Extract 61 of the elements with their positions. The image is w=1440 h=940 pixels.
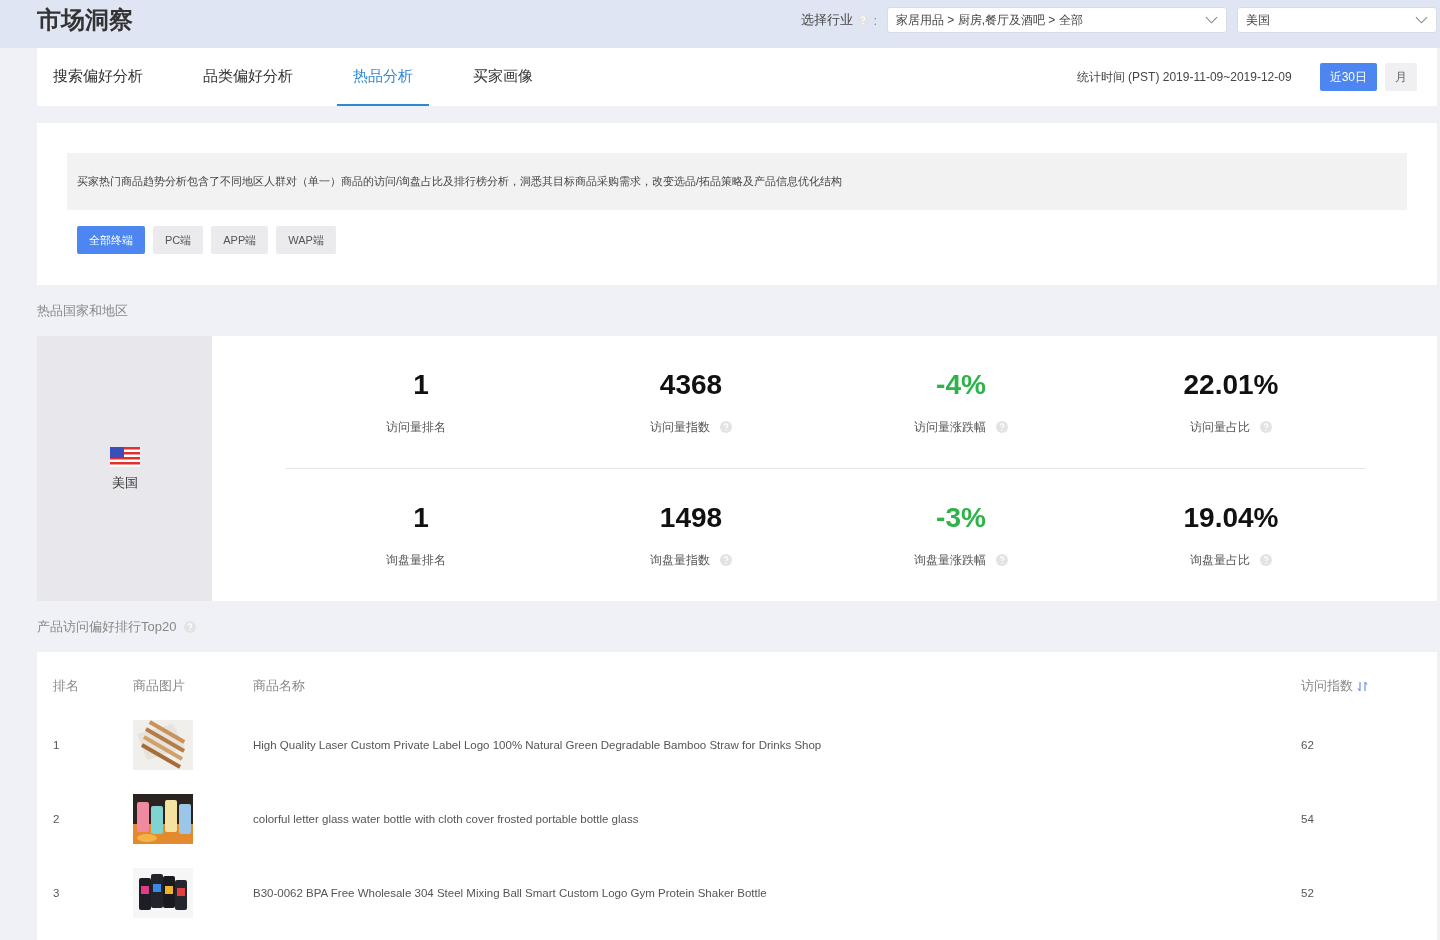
product-name[interactable]: High Quality Laser Custom Private Label Logo 100% Natural Green Degradable Bamboo Straw for Drinks Shop <box>253 739 1301 751</box>
stat-label: 访问量涨跌幅 <box>914 418 986 436</box>
index-cell-text: 62 <box>1301 739 1315 751</box>
help-icon <box>1260 421 1272 433</box>
section-title: 热品国家和地区 <box>37 301 128 320</box>
help-icon <box>857 14 870 26</box>
stat-label: 访问量排名 <box>386 418 446 436</box>
stat-value: 22.01% <box>1183 368 1279 401</box>
tab[interactable]: 搜索偏好分析 <box>37 48 159 106</box>
index-cell-text: 52 <box>1301 887 1315 899</box>
sort-icon <box>1357 680 1368 692</box>
stat-value: 4368 <box>659 368 723 401</box>
chevron-down-icon <box>1415 16 1428 24</box>
stat-label: 询盘量涨跌幅 <box>914 551 986 569</box>
terminal-button[interactable]: 全部终端 <box>77 226 145 254</box>
period-button[interactable]: 月 <box>1385 63 1417 91</box>
tab[interactable]: 品类偏好分析 <box>187 48 309 106</box>
column-header[interactable]: 商品图片 <box>133 677 253 695</box>
column-header[interactable]: 访问指数 <box>1301 677 1421 695</box>
page-title: 市场洞察 <box>37 5 133 35</box>
stat-label: 访问量指数 <box>650 418 710 436</box>
chevron-down-icon <box>1205 16 1218 24</box>
stat-label: 询盘量排名 <box>386 551 446 569</box>
product-name[interactable]: B30-0062 BPA Free Wholesale 304 Steel Mixing Ball Smart Custom Logo Gym Protein Shaker Bottle <box>253 887 1301 899</box>
date-range-text: 统计时间 (PST) 2019-11-09~2019-12-09 <box>1076 68 1292 86</box>
rank-cell-text: 3 <box>52 887 61 899</box>
period-button[interactable]: 近30日 <box>1319 63 1377 91</box>
stat-value: 1498 <box>659 501 723 534</box>
column-header[interactable]: 排名 <box>37 677 133 695</box>
stat-label: 询盘量指数 <box>650 551 710 569</box>
stat-label: 询盘量占比 <box>1190 551 1250 569</box>
terminal-button[interactable]: APP端 <box>211 226 269 254</box>
help-icon <box>720 554 732 566</box>
description-text: 买家热门商品趋势分析包含了不同地区人群对（单一）商品的访问/询盘占比及排行榜分析，洞悉其目标商品采购需求，改变选品/拓品策略及产品信息优化结构 <box>67 153 1407 210</box>
stat-value: -4% <box>936 368 986 401</box>
country-select[interactable]: 美国 <box>1237 7 1437 33</box>
tab[interactable]: 买家画像 <box>457 48 549 106</box>
index-cell-text: 54 <box>1301 813 1315 825</box>
industry-label: 选择行业 <box>801 11 854 29</box>
help-icon <box>184 620 197 633</box>
colon-label: : <box>873 12 877 28</box>
stat-value: -3% <box>936 501 986 534</box>
stat-label: 访问量占比 <box>1190 418 1250 436</box>
country-name: 美国 <box>111 473 138 492</box>
tab[interactable]: 热品分析 <box>337 48 429 106</box>
terminal-button[interactable]: WAP端 <box>276 226 336 254</box>
stat-value: 1 <box>413 501 429 534</box>
rank-cell-text: 2 <box>52 813 61 825</box>
help-icon <box>996 554 1008 566</box>
industry-select[interactable]: 家居用品 > 厨房,餐厅及酒吧 > 全部 <box>887 7 1227 33</box>
terminal-button[interactable]: PC端 <box>153 226 204 254</box>
help-icon <box>720 421 732 433</box>
column-header[interactable]: 商品名称 <box>253 677 1301 695</box>
stat-value: 1 <box>413 368 429 401</box>
flag-icon <box>109 445 140 468</box>
rank-cell-text: 1 <box>52 739 61 751</box>
help-icon <box>1260 554 1272 566</box>
stat-value: 19.04% <box>1183 501 1279 534</box>
section-title: 产品访问偏好排行Top20 <box>37 617 177 636</box>
help-icon <box>996 421 1008 433</box>
product-name[interactable]: colorful letter glass water bottle with cloth cover frosted portable bottle glass <box>253 813 1301 825</box>
